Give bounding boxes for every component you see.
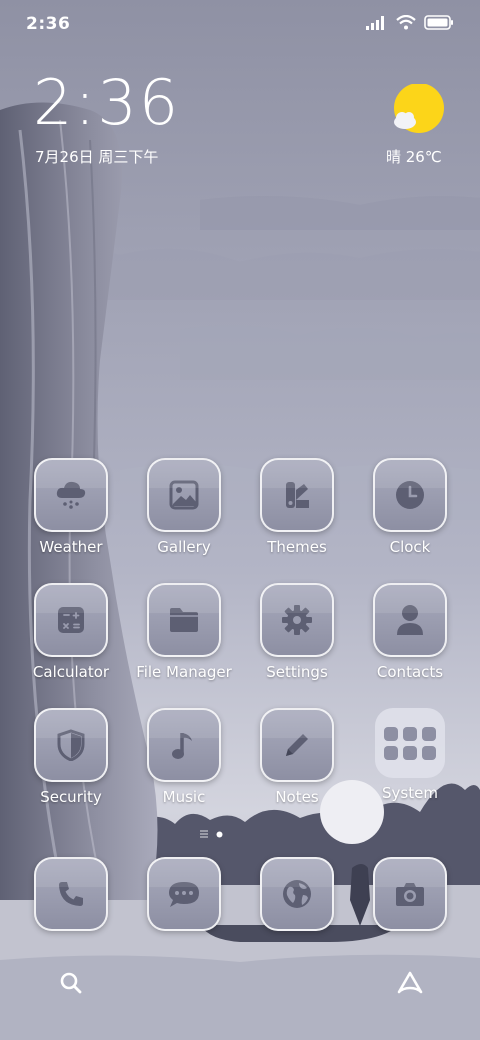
app-security-tile[interactable] <box>34 708 108 782</box>
mini-app-icon <box>422 745 436 760</box>
dock-browser[interactable] <box>247 857 347 931</box>
app-contacts-tile[interactable] <box>373 583 447 657</box>
app-contacts[interactable]: Contacts <box>360 583 460 681</box>
app-gallery[interactable]: Gallery <box>134 458 234 556</box>
dock-phone[interactable] <box>21 857 121 931</box>
page-indicator[interactable] <box>200 830 223 838</box>
clock-widget-time[interactable]: 2:36 <box>33 72 180 134</box>
gear-icon <box>282 605 312 635</box>
shield-icon <box>57 729 85 761</box>
app-weather[interactable]: Weather <box>21 458 121 556</box>
menu-lines-icon <box>200 830 208 838</box>
assistant-button[interactable] <box>388 961 432 1005</box>
app-label: Clock <box>389 538 431 556</box>
app-label: Contacts <box>376 663 444 681</box>
app-label: Weather <box>39 538 103 556</box>
app-label: File Manager <box>136 663 232 681</box>
mini-app-icon <box>403 726 417 741</box>
dock-messages-tile[interactable] <box>147 857 221 931</box>
app-calculator[interactable]: Calculator <box>21 583 121 681</box>
palette-icon <box>286 482 309 508</box>
app-label: Notes <box>275 788 319 806</box>
folder-grid-icon[interactable] <box>375 708 445 778</box>
status-bar: 2:36 <box>0 0 480 50</box>
message-icon <box>169 882 199 907</box>
globe-icon <box>283 880 311 908</box>
search-icon <box>60 972 82 994</box>
app-label: Security <box>40 788 102 806</box>
status-icons <box>366 15 454 30</box>
status-time: 2:36 <box>26 14 71 34</box>
search-button[interactable] <box>49 961 93 1005</box>
weather-widget-text: 晴 26℃ <box>386 148 442 166</box>
app-file-manager[interactable]: File Manager <box>134 583 234 681</box>
wifi-icon <box>396 15 416 30</box>
app-label: Music <box>162 788 206 806</box>
pencil-icon <box>286 734 308 756</box>
app-music-tile[interactable] <box>147 708 221 782</box>
app-file-manager-tile[interactable] <box>147 583 221 657</box>
battery-icon <box>424 15 453 30</box>
dock-phone-tile[interactable] <box>34 857 108 931</box>
app-calculator-tile[interactable] <box>34 583 108 657</box>
dock-messages[interactable] <box>134 857 234 931</box>
dock-camera[interactable] <box>360 857 460 931</box>
mini-app-icon <box>384 745 398 760</box>
app-themes-tile[interactable] <box>260 458 334 532</box>
mini-app-icon <box>384 726 398 741</box>
clock-widget-date: 7月26日 周三下午 <box>35 148 159 166</box>
app-folder-system[interactable]: System <box>360 708 460 802</box>
app-weather-tile[interactable] <box>34 458 108 532</box>
app-settings[interactable]: Settings <box>247 583 347 681</box>
camera-icon <box>396 883 424 906</box>
cloud-snow-icon <box>56 481 86 509</box>
app-label: Themes <box>267 538 327 556</box>
music-note-icon <box>172 733 192 759</box>
app-clock-tile[interactable] <box>373 458 447 532</box>
person-icon <box>397 605 423 635</box>
sun-cloud-icon[interactable] <box>389 84 445 136</box>
dock-browser-tile[interactable] <box>260 857 334 931</box>
folder-icon <box>170 608 198 632</box>
app-music[interactable]: Music <box>134 708 234 806</box>
app-notes[interactable]: Notes <box>247 708 347 806</box>
signal-icon <box>366 15 384 30</box>
mini-app-icon <box>422 726 436 741</box>
clock-icon <box>396 481 424 509</box>
app-clock[interactable]: Clock <box>360 458 460 556</box>
mini-app-icon <box>403 745 417 760</box>
app-label: Calculator <box>32 663 110 681</box>
assistant-icon <box>397 971 423 994</box>
app-gallery-tile[interactable] <box>147 458 221 532</box>
dock-camera-tile[interactable] <box>373 857 447 931</box>
app-label: Gallery <box>157 538 211 556</box>
calculator-icon <box>58 607 84 633</box>
app-settings-tile[interactable] <box>260 583 334 657</box>
app-notes-tile[interactable] <box>260 708 334 782</box>
app-label: System <box>382 784 438 802</box>
app-security[interactable]: Security <box>21 708 121 806</box>
app-label: Settings <box>266 663 328 681</box>
image-icon <box>169 480 199 510</box>
app-themes[interactable]: Themes <box>247 458 347 556</box>
phone-icon <box>59 882 83 906</box>
page-dot-active <box>216 831 223 837</box>
